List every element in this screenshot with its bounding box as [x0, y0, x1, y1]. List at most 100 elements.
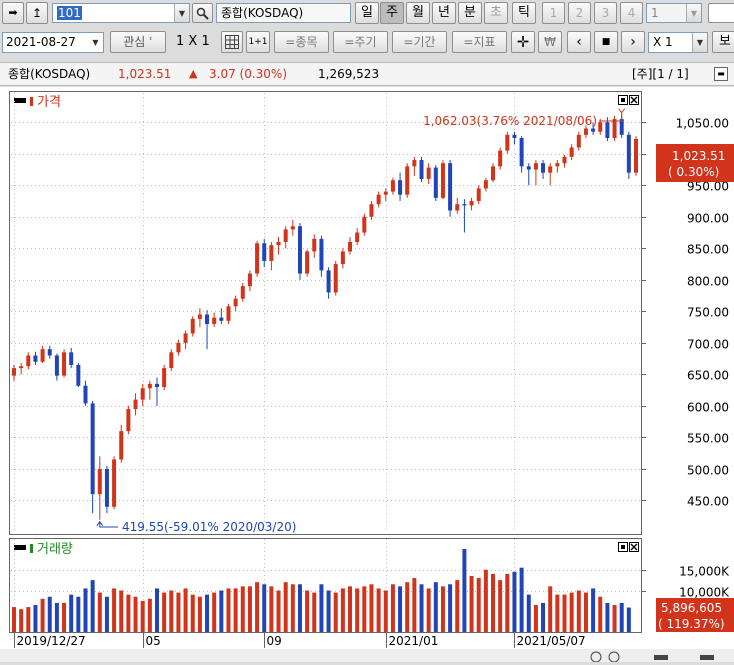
info-bar: 종합(KOSDAQ) 1,023.51 ▲ 3.07 (0.30%) 1,269…	[0, 62, 734, 86]
pin-button[interactable]: ↥	[26, 2, 48, 24]
count-select[interactable]: 1 ▼	[646, 3, 702, 23]
period-button-1[interactable]: 일	[355, 2, 379, 24]
candle-body	[433, 167, 438, 198]
zoom-select[interactable]: X 1 ▼	[648, 32, 708, 53]
candle-body	[12, 368, 16, 376]
volume-bar	[104, 596, 109, 632]
number-button-1[interactable]: 1	[542, 2, 565, 24]
crosshair-button[interactable]: ✛	[511, 31, 535, 53]
bottom-scrollbar[interactable]	[0, 649, 734, 662]
volume-bar	[626, 607, 631, 632]
volume-bar	[405, 582, 410, 632]
candle-body	[462, 204, 467, 206]
volume-bar	[462, 549, 467, 632]
volume-bar	[419, 584, 424, 632]
scroll-thumb-icon[interactable]	[700, 655, 714, 660]
code-value: 101	[57, 6, 82, 20]
scroll-thumb-icon[interactable]	[654, 655, 668, 660]
chart-svg[interactable]: 가격 1,050.001,000.00950.00900.00850.00800…	[0, 87, 734, 663]
volume-bar	[469, 575, 474, 632]
indicator-button[interactable]: =지표	[452, 31, 507, 53]
volume-bar	[262, 584, 267, 632]
number-button-2[interactable]: 2	[568, 2, 591, 24]
cycle-button[interactable]: =주기	[333, 31, 388, 53]
candle-body	[226, 306, 231, 321]
search-button[interactable]	[192, 3, 213, 23]
volume-bar	[219, 590, 224, 632]
grid-button[interactable]	[221, 31, 243, 53]
price-tick-label: 1,050.00	[676, 117, 729, 131]
candle-body	[598, 122, 603, 132]
x-tick-label: 2019/12/27	[17, 634, 86, 648]
stock-button[interactable]: =종목	[274, 31, 329, 53]
minimize-icon[interactable]: ▬	[714, 67, 728, 81]
volume-bar	[12, 607, 16, 632]
candle-body	[634, 138, 638, 173]
volume-bar	[426, 588, 431, 632]
panel-handle-icon[interactable]	[14, 98, 26, 103]
volume-bar	[398, 586, 403, 632]
volume-bar	[483, 569, 488, 632]
volume-bar	[355, 588, 360, 632]
candle-body	[491, 166, 496, 181]
volume-bar	[19, 609, 24, 632]
period-button-3[interactable]: 월	[406, 2, 430, 24]
right-label-button[interactable]: 보	[712, 31, 734, 53]
won-button[interactable]: ₩	[538, 31, 562, 53]
volume-bar	[40, 598, 45, 632]
candle-body	[140, 388, 145, 400]
volume-bar	[505, 573, 510, 632]
count-dropdown-icon[interactable]: ▼	[686, 4, 701, 22]
number-button-3[interactable]: 3	[594, 2, 617, 24]
candle-body	[476, 188, 481, 202]
volume-bar	[376, 588, 381, 632]
date-dropdown-icon[interactable]: ▼	[88, 33, 103, 52]
volume-bar	[491, 573, 496, 632]
candle-body	[76, 364, 81, 386]
price-tick-label: 800.00	[687, 275, 729, 289]
x-tick-label: 05	[146, 634, 161, 648]
candle-body	[541, 163, 546, 173]
volume-bar	[612, 605, 617, 632]
candle-body	[90, 403, 95, 495]
period-button-5[interactable]: 분	[458, 2, 482, 24]
volume-panel	[9, 538, 642, 633]
candle-body	[40, 349, 45, 362]
candle-body	[548, 166, 553, 173]
candle-body	[47, 349, 52, 356]
volume-handle-icon[interactable]	[14, 545, 26, 550]
panel-max-inner	[621, 98, 625, 102]
period-button-4[interactable]: 년	[432, 2, 456, 24]
scroll-left-button[interactable]: ‹	[567, 31, 591, 53]
price-tick-label: 750.00	[687, 306, 729, 320]
candle-body	[312, 238, 317, 252]
stop-button[interactable]: ■	[594, 31, 618, 53]
zoom-dropdown-icon[interactable]: ▼	[692, 33, 707, 52]
link-arrow-button[interactable]: ➡	[2, 2, 24, 24]
candle-body	[233, 298, 238, 307]
current-price: 1,023.51	[672, 149, 725, 163]
period-button-6[interactable]: 초	[484, 2, 508, 24]
grid-icon	[225, 35, 239, 49]
period-range-button[interactable]: =기간	[392, 31, 447, 53]
date-picker[interactable]: 2021-08-27 ▼	[2, 32, 104, 53]
chart-area[interactable]: 가격 1,050.001,000.00950.00900.00850.00800…	[0, 87, 734, 663]
number-button-4[interactable]: 4	[620, 2, 643, 24]
watch-button[interactable]: 관심 ʿ	[110, 31, 166, 53]
volume-bar	[340, 588, 345, 632]
right-toolbar-button[interactable]	[708, 3, 734, 23]
search-icon	[196, 7, 209, 20]
period-button-2[interactable]: 주	[380, 2, 404, 24]
code-input[interactable]: 101 ▼	[52, 3, 190, 23]
scroll-right-button[interactable]: ›	[621, 31, 645, 53]
candle-body	[247, 273, 252, 287]
volume-bar	[448, 584, 453, 632]
volume-bar	[176, 592, 181, 632]
code-dropdown-icon[interactable]: ▼	[174, 4, 189, 22]
volume-bar	[269, 586, 274, 632]
candle-body	[419, 160, 424, 179]
chevron-right-icon: ›	[630, 34, 636, 50]
current-volume-box: 5,896,605 ( 119.37%)	[656, 598, 734, 632]
one-plus-one-button[interactable]: 1+1	[246, 31, 270, 53]
period-button-7[interactable]: 틱	[512, 2, 536, 24]
